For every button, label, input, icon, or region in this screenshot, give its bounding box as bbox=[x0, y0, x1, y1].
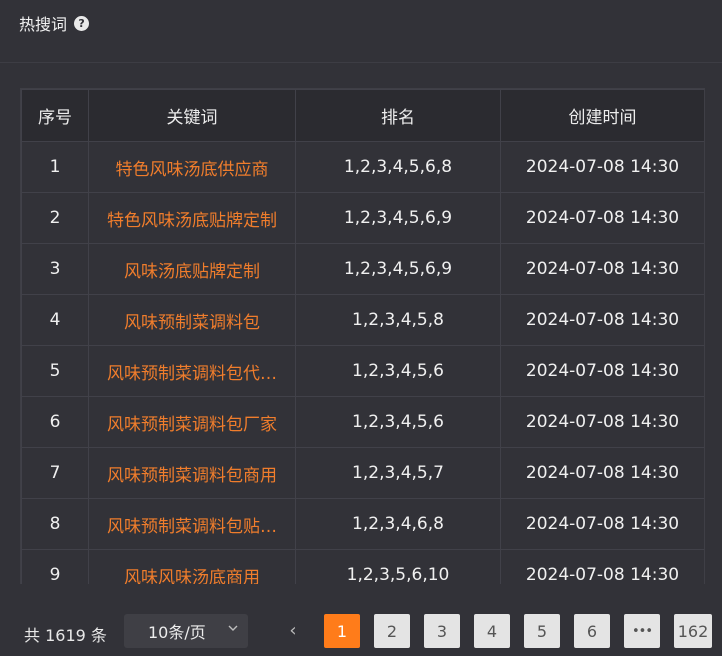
page-size-select[interactable]: 10条/页 bbox=[124, 614, 248, 648]
row-index: 1 bbox=[21, 141, 89, 193]
table-row: 4 风味预制菜调料包 1,2,3,4,5,8 2024-07-08 14:30 bbox=[21, 294, 704, 346]
more-pages-button[interactable]: ••• bbox=[624, 614, 660, 648]
column-header-keyword: 关键词 bbox=[88, 89, 296, 142]
table-row: 1 特色风味汤底供应商 1,2,3,4,5,6,8 2024-07-08 14:… bbox=[21, 141, 704, 193]
table-row: 5 风味预制菜调料包代… 1,2,3,4,5,6 2024-07-08 14:3… bbox=[21, 345, 704, 397]
row-keyword-link[interactable]: 风味预制菜调料包商用 bbox=[88, 447, 296, 499]
row-keyword-link[interactable]: 风味预制菜调料包 bbox=[88, 294, 296, 346]
row-index: 5 bbox=[21, 345, 89, 397]
row-rank: 1,2,3,4,5,8 bbox=[295, 294, 501, 346]
table-header-row: 序号 关键词 排名 创建时间 bbox=[21, 89, 704, 142]
row-rank: 1,2,3,4,5,6,8 bbox=[295, 141, 501, 193]
row-keyword-link[interactable]: 特色风味汤底贴牌定制 bbox=[88, 192, 296, 244]
row-created-time: 2024-07-08 14:30 bbox=[500, 549, 704, 584]
page-size-value: 10条/页 bbox=[148, 623, 206, 642]
total-count: 共 1619 条 bbox=[24, 626, 107, 645]
hot-keywords-table: 序号 关键词 排名 创建时间 1 特色风味汤底供应商 1,2,3,4,5,6,8… bbox=[21, 89, 704, 584]
row-rank: 1,2,3,4,6,8 bbox=[295, 498, 501, 550]
table-row: 3 风味汤底贴牌定制 1,2,3,4,5,6,9 2024-07-08 14:3… bbox=[21, 243, 704, 295]
row-rank: 1,2,3,4,5,6,9 bbox=[295, 243, 501, 295]
pagination-bar: 共 1619 条 10条/页 ‹ 1 2 3 4 5 6 ••• 162 bbox=[0, 612, 722, 650]
row-created-time: 2024-07-08 14:30 bbox=[500, 345, 704, 397]
column-header-index: 序号 bbox=[21, 89, 89, 142]
row-created-time: 2024-07-08 14:30 bbox=[500, 396, 704, 448]
row-created-time: 2024-07-08 14:30 bbox=[500, 243, 704, 295]
row-rank: 1,2,3,4,5,6,9 bbox=[295, 192, 501, 244]
row-created-time: 2024-07-08 14:30 bbox=[500, 498, 704, 550]
row-created-time: 2024-07-08 14:30 bbox=[500, 192, 704, 244]
row-created-time: 2024-07-08 14:30 bbox=[500, 294, 704, 346]
row-rank: 1,2,3,5,6,10 bbox=[295, 549, 501, 584]
row-rank: 1,2,3,4,5,6 bbox=[295, 345, 501, 397]
row-keyword-link[interactable]: 特色风味汤底供应商 bbox=[88, 141, 296, 193]
row-index: 8 bbox=[21, 498, 89, 550]
row-keyword-link[interactable]: 风味预制菜调料包代… bbox=[88, 345, 296, 397]
column-header-rank: 排名 bbox=[295, 89, 501, 142]
table-row: 9 风味风味汤底商用 1,2,3,5,6,10 2024-07-08 14:30 bbox=[21, 549, 704, 584]
prev-page-icon[interactable]: ‹ bbox=[283, 618, 303, 642]
row-keyword-link[interactable]: 风味预制菜调料包厂家 bbox=[88, 396, 296, 448]
row-created-time: 2024-07-08 14:30 bbox=[500, 141, 704, 193]
page-button-1[interactable]: 1 bbox=[324, 614, 360, 648]
chevron-down-icon bbox=[228, 625, 238, 631]
table-row: 7 风味预制菜调料包商用 1,2,3,4,5,7 2024-07-08 14:3… bbox=[21, 447, 704, 499]
page-button-5[interactable]: 5 bbox=[524, 614, 560, 648]
row-index: 9 bbox=[21, 549, 89, 584]
row-index: 4 bbox=[21, 294, 89, 346]
page-button-6[interactable]: 6 bbox=[574, 614, 610, 648]
page-button-3[interactable]: 3 bbox=[424, 614, 460, 648]
row-keyword-link[interactable]: 风味汤底贴牌定制 bbox=[88, 243, 296, 295]
table-row: 8 风味预制菜调料包贴… 1,2,3,4,6,8 2024-07-08 14:3… bbox=[21, 498, 704, 550]
row-created-time: 2024-07-08 14:30 bbox=[500, 447, 704, 499]
table-row: 6 风味预制菜调料包厂家 1,2,3,4,5,6 2024-07-08 14:3… bbox=[21, 396, 704, 448]
row-index: 6 bbox=[21, 396, 89, 448]
table-row: 2 特色风味汤底贴牌定制 1,2,3,4,5,6,9 2024-07-08 14… bbox=[21, 192, 704, 244]
header-divider bbox=[0, 62, 722, 63]
row-rank: 1,2,3,4,5,6 bbox=[295, 396, 501, 448]
page-header: 热搜词 ? bbox=[0, 0, 722, 46]
page-button-2[interactable]: 2 bbox=[374, 614, 410, 648]
page-title: 热搜词 bbox=[19, 15, 68, 34]
row-index: 3 bbox=[21, 243, 89, 295]
column-header-created-time: 创建时间 bbox=[500, 89, 704, 142]
hot-keywords-table-container[interactable]: 序号 关键词 排名 创建时间 1 特色风味汤底供应商 1,2,3,4,5,6,8… bbox=[20, 88, 705, 584]
page-button-4[interactable]: 4 bbox=[474, 614, 510, 648]
page-button-last[interactable]: 162 bbox=[674, 614, 712, 648]
help-icon[interactable]: ? bbox=[74, 15, 90, 31]
row-index: 2 bbox=[21, 192, 89, 244]
row-index: 7 bbox=[21, 447, 89, 499]
row-keyword-link[interactable]: 风味风味汤底商用 bbox=[88, 549, 296, 584]
row-rank: 1,2,3,4,5,7 bbox=[295, 447, 501, 499]
row-keyword-link[interactable]: 风味预制菜调料包贴… bbox=[88, 498, 296, 550]
